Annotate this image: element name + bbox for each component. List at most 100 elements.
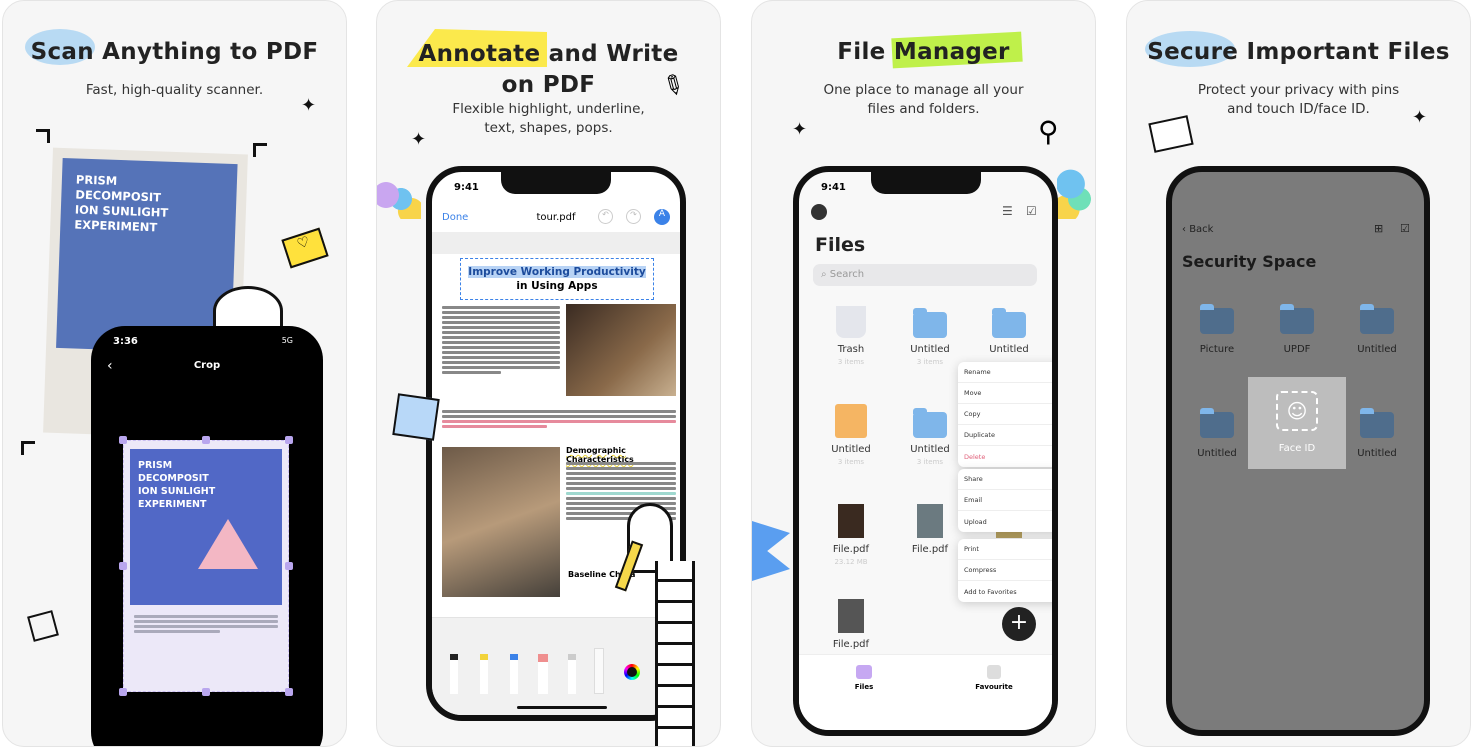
- folder-icon: [1360, 304, 1394, 334]
- folder-icon: [1200, 304, 1234, 334]
- menu-item[interactable]: Share↗: [958, 469, 1058, 490]
- context-menu: Share↗Email✉Upload⇪: [958, 469, 1058, 532]
- annotate-mode-icon[interactable]: A: [654, 209, 670, 225]
- highlighted-paragraph: [442, 408, 676, 430]
- panel-secure: Secure Important Files Protect your priv…: [1126, 0, 1471, 747]
- file-name: File.pdf: [832, 544, 870, 555]
- blob-decoration: [377, 179, 421, 219]
- screen-title: Files: [815, 234, 866, 256]
- eraser-tool[interactable]: [538, 654, 548, 694]
- file-name: Untitled: [989, 344, 1029, 355]
- zigzag-decoration: [752, 521, 790, 581]
- marker-tool[interactable]: [510, 654, 518, 694]
- menu-item[interactable]: Duplicate⧉: [958, 425, 1052, 446]
- status-network: 5G: [281, 336, 293, 345]
- menu-item-icon: ↗: [1055, 475, 1058, 484]
- phone-annotate: 9:41 Done tour.pdf ↶ ↷ A Improve Working…: [426, 166, 686, 721]
- grid-view-icon[interactable]: ⊞: [1374, 222, 1383, 235]
- files-tab-icon: [856, 665, 872, 679]
- panel-title: File Manager: [837, 39, 1010, 65]
- folder-icon: [1200, 408, 1234, 438]
- crop-handle[interactable]: [202, 688, 210, 696]
- redo-icon[interactable]: ↷: [626, 209, 641, 224]
- select-checkbox-icon[interactable]: ☑: [1400, 222, 1410, 235]
- menu-item[interactable]: Compress▣: [958, 560, 1058, 581]
- file-name: Untitled: [831, 444, 871, 455]
- context-menu: Print⊜Compress▣Add to Favorites☆: [958, 539, 1058, 602]
- favourite-tab-icon: [987, 665, 1001, 679]
- crop-handle[interactable]: [119, 436, 127, 444]
- panel-title: Annotate and Write on PDF: [418, 41, 679, 98]
- menu-item-icon: 🗑: [1052, 452, 1053, 461]
- crop-handle[interactable]: [285, 436, 293, 444]
- pencil-tool[interactable]: [568, 654, 576, 694]
- face-id-icon: ☺: [1276, 391, 1318, 431]
- avatar[interactable]: [811, 204, 827, 220]
- menu-item[interactable]: Delete🗑: [958, 446, 1053, 467]
- crop-handle[interactable]: [119, 562, 127, 570]
- folder-name: Untitled: [1197, 448, 1237, 459]
- folder-sketch-icon: [1148, 115, 1194, 153]
- pdf-thumbnail: [838, 599, 864, 633]
- back-button[interactable]: ‹ Back: [1182, 224, 1213, 235]
- sticky-note-icon: [392, 393, 440, 441]
- folder-icon: [913, 408, 947, 438]
- list-view-icon[interactable]: ☰: [1002, 204, 1013, 218]
- corner-mark-icon: [253, 143, 267, 157]
- status-time: 9:41: [454, 182, 479, 193]
- tab-files[interactable]: Files: [839, 665, 889, 691]
- sparkle-icon: ✦: [792, 119, 808, 140]
- panel-annotate: Annotate and Write on PDF Flexible highli…: [376, 0, 721, 747]
- tab-bar: Files Favourite: [799, 654, 1052, 730]
- menu-item[interactable]: Copy⧉: [958, 404, 1052, 425]
- file-name: tour.pdf: [536, 212, 576, 223]
- menu-item[interactable]: Email✉: [958, 490, 1058, 511]
- folder-name: Untitled: [1357, 344, 1397, 355]
- crop-handle[interactable]: [285, 562, 293, 570]
- crop-handle[interactable]: [285, 688, 293, 696]
- status-time: 3:36: [113, 336, 138, 347]
- corner-mark-icon: [36, 129, 50, 143]
- menu-item[interactable]: Move▭: [958, 383, 1058, 404]
- menu-item-icon: ▣: [1054, 566, 1058, 575]
- folder-icon: [1280, 304, 1314, 334]
- ruler-tool[interactable]: [594, 648, 604, 694]
- screen-title: Crop: [193, 360, 221, 371]
- menu-item-icon: ✉: [1055, 496, 1058, 505]
- tab-favourite[interactable]: Favourite: [964, 665, 1024, 691]
- crop-frame[interactable]: PRISM DECOMPOSIT ION SUNLIGHT EXPERIMENT: [123, 440, 289, 692]
- add-button[interactable]: +: [1002, 607, 1036, 641]
- menu-item[interactable]: Print⊜: [958, 539, 1058, 560]
- file-meta: 3 items: [837, 358, 865, 366]
- pen-tool[interactable]: [450, 654, 458, 694]
- menu-item[interactable]: Upload⇪: [958, 511, 1052, 532]
- crop-handle[interactable]: [202, 436, 210, 444]
- context-menu: Rename✎Move▭Copy⧉Duplicate⧉Delete🗑: [958, 362, 1058, 467]
- pdf-thumbnail: [917, 504, 943, 538]
- heart-sticker-icon: ♡: [281, 227, 329, 269]
- panel-title: Secure Important Files: [1147, 39, 1450, 65]
- screen-title: Security Space: [1182, 252, 1317, 271]
- color-picker-icon[interactable]: [624, 664, 640, 680]
- panel-scan: Scan Anything to PDF Fast, high-quality …: [2, 0, 347, 747]
- highlighter-tool[interactable]: [480, 654, 488, 694]
- panel-subtitle: Flexible highlight, underline, text, shap…: [452, 101, 645, 136]
- menu-item-icon: ✎: [1055, 368, 1058, 377]
- search-input[interactable]: ⌕ Search: [813, 264, 1037, 286]
- file-name: Untitled: [910, 344, 950, 355]
- folder-name: UPDF: [1283, 344, 1311, 355]
- crop-handle[interactable]: [119, 688, 127, 696]
- selected-text-box[interactable]: Improve Working Productivity in Using App…: [460, 258, 654, 300]
- search-icon: ⌕: [821, 269, 830, 280]
- file-name: Trash: [837, 344, 865, 355]
- meeting-photo: [566, 304, 676, 396]
- menu-item[interactable]: Rename✎: [958, 362, 1058, 383]
- corner-mark-icon: [21, 441, 35, 455]
- undo-icon[interactable]: ↶: [598, 209, 613, 224]
- office-photo: [442, 447, 560, 597]
- menu-item-icon: ▭: [1054, 389, 1058, 398]
- panel-subtitle: Protect your privacy with pins and touch …: [1197, 82, 1400, 117]
- select-checkbox-icon[interactable]: ☑: [1026, 204, 1037, 218]
- menu-item[interactable]: Add to Favorites☆: [958, 581, 1052, 602]
- menu-item-icon: ⊜: [1055, 545, 1058, 554]
